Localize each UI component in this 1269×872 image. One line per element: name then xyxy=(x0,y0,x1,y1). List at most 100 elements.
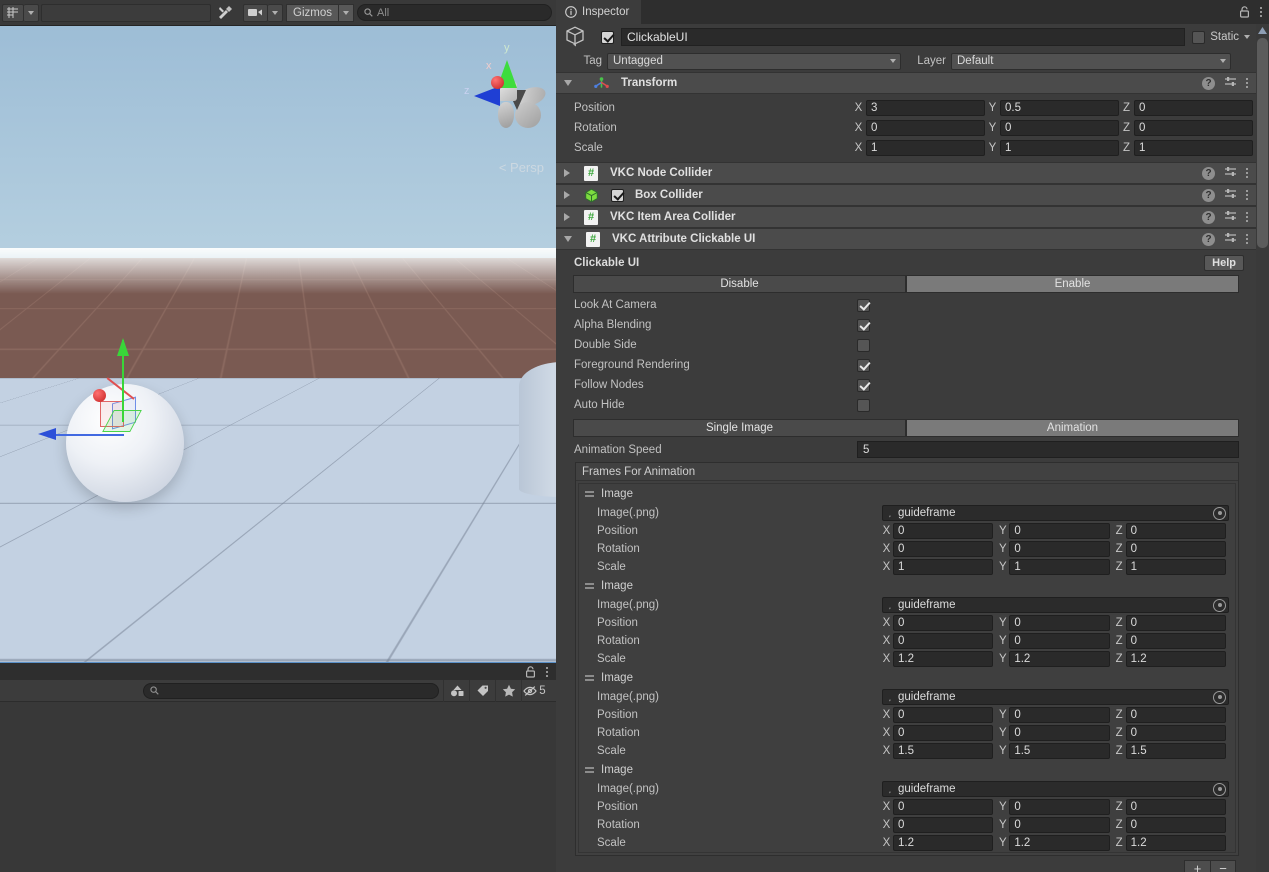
axis-x-field[interactable]: X0 xyxy=(882,725,996,741)
frame2-scale-x-input[interactable]: 1.5 xyxy=(893,743,993,759)
axis-z-field[interactable]: Z0 xyxy=(1115,799,1229,815)
preset-sliders-icon[interactable] xyxy=(1224,166,1237,181)
component-header-vkc-item-area-collider[interactable]: # VKC Item Area Collider ? xyxy=(556,206,1256,228)
axis-z-field[interactable]: Z0 xyxy=(1122,100,1256,116)
scrollbar-thumb[interactable] xyxy=(1257,38,1268,248)
frame3-position-y-input[interactable]: 0 xyxy=(1009,799,1109,815)
preset-sliders-icon[interactable] xyxy=(1224,76,1237,91)
project-browser-body[interactable] xyxy=(0,702,556,872)
component-header-box-collider[interactable]: Box Collider ? xyxy=(556,184,1256,206)
frame1-position-y-input[interactable]: 0 xyxy=(1009,615,1109,631)
frame0-rotation-x-input[interactable]: 0 xyxy=(893,541,993,557)
scene-projection-label[interactable]: < Persp xyxy=(499,160,544,175)
frame1-scale-z-input[interactable]: 1.2 xyxy=(1126,651,1226,667)
frame2-position-z-input[interactable]: 0 xyxy=(1126,707,1226,723)
frame0-scale-x-input[interactable]: 1 xyxy=(893,559,993,575)
axis-y-field[interactable]: Y0 xyxy=(998,817,1112,833)
gameobject-name-input[interactable]: ClickableUI xyxy=(621,28,1185,46)
scene-viewport[interactable]: y z x < Persp xyxy=(0,26,556,662)
layer-dropdown[interactable]: Default xyxy=(951,53,1231,70)
axis-y-field[interactable]: Y1.5 xyxy=(998,743,1112,759)
axis-y-field[interactable]: Y0 xyxy=(998,615,1112,631)
axis-y-field[interactable]: Y0.5 xyxy=(988,100,1122,116)
frame0-scale-y-input[interactable]: 1 xyxy=(1009,559,1109,575)
gizmo-axis-y-handle[interactable] xyxy=(117,338,129,356)
frame2-rotation-x-input[interactable]: 0 xyxy=(893,725,993,741)
chevron-right-icon[interactable] xyxy=(564,169,570,177)
frame-item[interactable]: Image Image(.png) guideframe xyxy=(579,668,1235,760)
frame1-position-x-input[interactable]: 0 xyxy=(893,615,993,631)
gizmos-dropdown[interactable] xyxy=(338,4,354,22)
help-icon[interactable]: ? xyxy=(1202,77,1215,90)
scale-y-input[interactable]: 1 xyxy=(1000,140,1119,156)
auto-hide-checkbox[interactable] xyxy=(857,399,870,412)
hidden-eye-icon[interactable]: 5 xyxy=(521,680,547,702)
axis-z-field[interactable]: Z1.2 xyxy=(1115,835,1229,851)
static-control[interactable]: Static xyxy=(1192,31,1252,44)
kebab-menu-icon[interactable] xyxy=(1260,7,1262,17)
animation-speed-input[interactable]: 5 xyxy=(857,441,1239,458)
axis-z-field[interactable]: Z0 xyxy=(1122,120,1256,136)
chevron-right-icon[interactable] xyxy=(564,213,570,221)
scene-search-input[interactable]: All xyxy=(357,4,552,21)
scene-gizmo-ball-x[interactable] xyxy=(491,76,504,89)
inspector-scrollbar[interactable] xyxy=(1256,24,1269,872)
tools-wrench-icon[interactable] xyxy=(213,4,240,22)
chevron-right-icon[interactable] xyxy=(564,191,570,199)
frame3-rotation-x-input[interactable]: 0 xyxy=(893,817,993,833)
help-button[interactable]: Help xyxy=(1204,255,1244,271)
axis-z-field[interactable]: Z0 xyxy=(1115,523,1229,539)
axis-x-field[interactable]: X0 xyxy=(882,523,996,539)
axis-x-field[interactable]: X1 xyxy=(882,559,996,575)
component-header-vkc-node-collider[interactable]: # VKC Node Collider ? xyxy=(556,162,1256,184)
static-checkbox[interactable] xyxy=(1192,31,1205,44)
axis-x-field[interactable]: X1.5 xyxy=(882,743,996,759)
help-icon[interactable]: ? xyxy=(1202,211,1215,224)
frame-image-object-field[interactable]: guideframe xyxy=(882,689,1229,705)
frame3-position-z-input[interactable]: 0 xyxy=(1126,799,1226,815)
lock-icon[interactable] xyxy=(1239,6,1250,18)
axis-x-field[interactable]: X0 xyxy=(882,615,996,631)
enable-button[interactable]: Enable xyxy=(906,275,1239,293)
camera-settings-dropdown[interactable] xyxy=(268,4,283,22)
scroll-up-arrow-icon[interactable] xyxy=(1256,24,1269,34)
tag-filter-icon[interactable] xyxy=(469,680,495,702)
rotation-y-input[interactable]: 0 xyxy=(1000,120,1119,136)
frame0-position-x-input[interactable]: 0 xyxy=(893,523,993,539)
rotation-z-input[interactable]: 0 xyxy=(1134,120,1253,136)
frame0-rotation-z-input[interactable]: 0 xyxy=(1126,541,1226,557)
axis-y-field[interactable]: Y0 xyxy=(998,541,1112,557)
animation-button[interactable]: Animation xyxy=(906,419,1239,437)
axis-z-field[interactable]: Z1.2 xyxy=(1115,651,1229,667)
axis-x-field[interactable]: X0 xyxy=(882,707,996,723)
scale-z-input[interactable]: 1 xyxy=(1134,140,1253,156)
frame-header[interactable]: Image xyxy=(579,484,1235,504)
foreground-rendering-checkbox[interactable] xyxy=(857,359,870,372)
axis-x-field[interactable]: X0 xyxy=(882,633,996,649)
double-side-checkbox[interactable] xyxy=(857,339,870,352)
axis-y-field[interactable]: Y0 xyxy=(998,725,1112,741)
axis-y-field[interactable]: Y0 xyxy=(998,707,1112,723)
frame-item[interactable]: Image Image(.png) guideframe xyxy=(579,484,1235,576)
frame1-rotation-x-input[interactable]: 0 xyxy=(893,633,993,649)
tab-inspector[interactable]: Inspector xyxy=(556,0,641,24)
frame1-rotation-y-input[interactable]: 0 xyxy=(1009,633,1109,649)
position-x-input[interactable]: 3 xyxy=(866,100,985,116)
disable-button[interactable]: Disable xyxy=(573,275,906,293)
axis-y-field[interactable]: Y1 xyxy=(988,140,1122,156)
scene-camera-icon[interactable] xyxy=(243,4,268,22)
frame2-rotation-y-input[interactable]: 0 xyxy=(1009,725,1109,741)
frame0-rotation-y-input[interactable]: 0 xyxy=(1009,541,1109,557)
chevron-down-icon[interactable] xyxy=(1244,35,1250,39)
position-z-input[interactable]: 0 xyxy=(1134,100,1253,116)
frame-header[interactable]: Image xyxy=(579,760,1235,780)
scene-cylinder-object[interactable] xyxy=(519,362,556,497)
frame-header[interactable]: Image xyxy=(579,576,1235,596)
frame-item[interactable]: Image Image(.png) guideframe xyxy=(579,760,1235,852)
axis-x-field[interactable]: X3 xyxy=(854,100,988,116)
scene-orientation-gizmo[interactable]: y z x xyxy=(464,40,550,144)
object-picker-icon[interactable] xyxy=(1213,783,1226,796)
frame1-position-z-input[interactable]: 0 xyxy=(1126,615,1226,631)
frame3-rotation-z-input[interactable]: 0 xyxy=(1126,817,1226,833)
chevron-down-icon[interactable] xyxy=(564,80,572,86)
